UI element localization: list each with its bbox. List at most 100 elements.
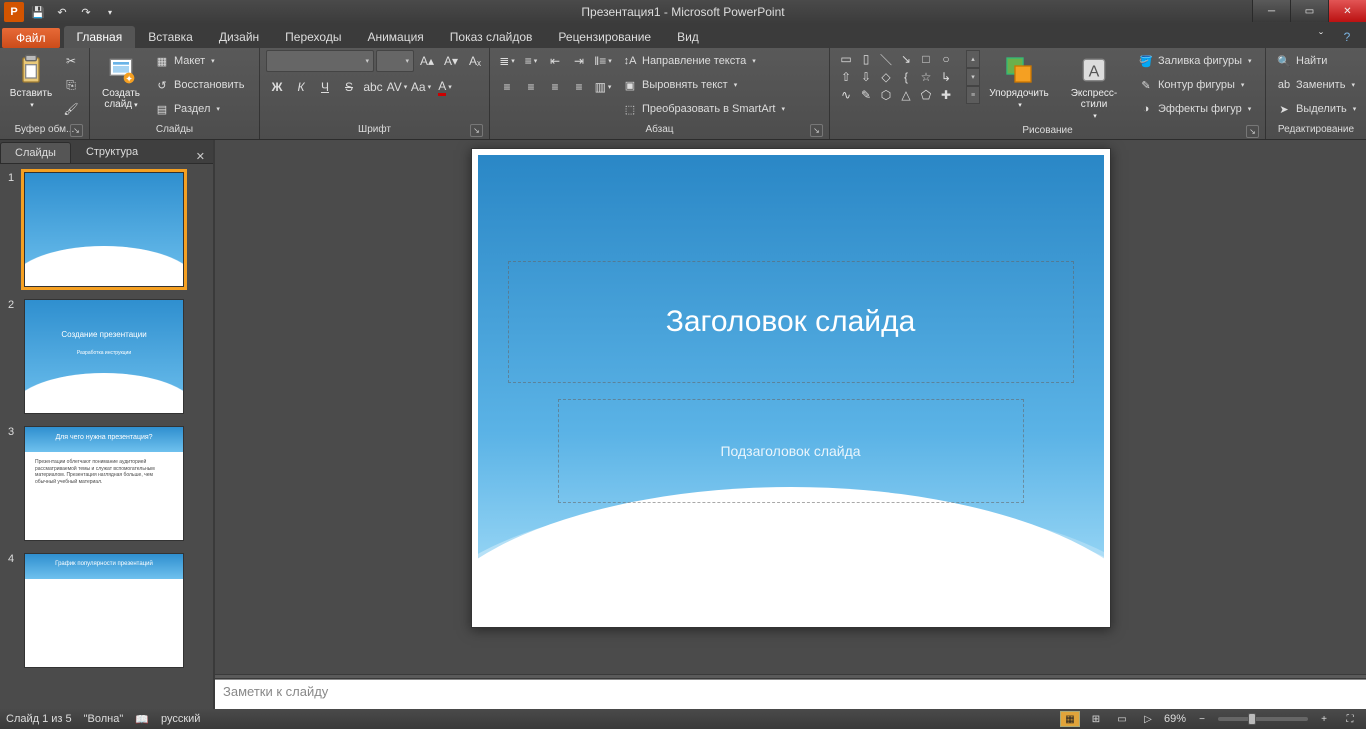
qat-save[interactable]: 💾 [28, 2, 48, 22]
text-shadow-button[interactable]: abc [362, 76, 384, 98]
line-spacing-button[interactable]: ‖≡▾ [592, 50, 614, 72]
tab-animations[interactable]: Анимация [354, 26, 436, 48]
shapes-scroll[interactable]: ▴▾≡ [966, 50, 980, 104]
qat-undo[interactable]: ↶ [52, 2, 72, 22]
thumbnail-3[interactable]: 3 Для чего нужна презентация? Презентаци… [8, 426, 205, 541]
font-family-combo[interactable]: ▾ [266, 50, 374, 72]
zoom-slider[interactable] [1218, 717, 1308, 721]
decrease-indent-button[interactable]: ⇤ [544, 50, 566, 72]
underline-button[interactable]: Ч [314, 76, 336, 98]
clear-formatting-button[interactable]: Aₓ [464, 50, 486, 72]
char-spacing-button[interactable]: AV▾ [386, 76, 408, 98]
zoom-out-button[interactable]: − [1192, 711, 1212, 727]
reset-button[interactable]: ↺Восстановить [150, 74, 248, 96]
grow-font-button[interactable]: A▴ [416, 50, 438, 72]
shape-rect2-icon[interactable]: □ [917, 51, 935, 67]
minimize-button[interactable]: ─ [1252, 0, 1290, 22]
select-button[interactable]: ➤Выделить ▾ [1272, 98, 1360, 120]
shape-connector-icon[interactable]: ↳ [937, 69, 955, 85]
shape-downarrow-icon[interactable]: ⇩ [857, 69, 875, 85]
tab-slideshow[interactable]: Показ слайдов [437, 26, 546, 48]
arrange-button[interactable]: Упорядочить▾ [984, 50, 1054, 112]
bullets-button[interactable]: ≣▾ [496, 50, 518, 72]
section-button[interactable]: ▤Раздел ▾ [150, 98, 248, 120]
quick-styles-button[interactable]: A Экспресс-стили▾ [1058, 50, 1130, 123]
font-color-button[interactable]: A▾ [434, 76, 456, 98]
shape-hex-icon[interactable]: ⬡ [877, 87, 895, 103]
justify-button[interactable]: ≡ [568, 76, 590, 98]
text-direction-button[interactable]: ↕AНаправление текста ▾ [618, 50, 789, 72]
tab-insert[interactable]: Вставка [135, 26, 206, 48]
view-slideshow-button[interactable]: ▷ [1138, 711, 1158, 727]
font-size-combo[interactable]: ▾ [376, 50, 414, 72]
change-case-button[interactable]: Aa▾ [410, 76, 432, 98]
slide-canvas[interactable]: Заголовок слайда Подзаголовок слайда [215, 140, 1366, 674]
layout-button[interactable]: ▦Макет ▾ [150, 50, 248, 72]
thumbnail-2[interactable]: 2 Создание презентации Разработка инстру… [8, 299, 205, 414]
notes-pane[interactable]: Заметки к слайду [215, 679, 1366, 709]
bold-button[interactable]: Ж [266, 76, 288, 98]
view-reading-button[interactable]: ▭ [1112, 711, 1132, 727]
tab-design[interactable]: Дизайн [206, 26, 272, 48]
fit-window-button[interactable]: ⛶ [1340, 711, 1360, 727]
maximize-button[interactable]: ▭ [1290, 0, 1328, 22]
shape-effects-button[interactable]: ◑Эффекты фигур ▾ [1134, 98, 1256, 120]
app-icon[interactable]: P [4, 2, 24, 22]
status-spellcheck-icon[interactable]: 📖 [135, 713, 149, 726]
zoom-in-button[interactable]: + [1314, 711, 1334, 727]
shape-uparrow-icon[interactable]: ⇧ [837, 69, 855, 85]
shapes-gallery[interactable]: ▭ ▯ ＼ ↘ □ ○ ⇧ ⇩ ◇ { ☆ ↳ ∿ ✎ ⬡ △ ⬠ [836, 50, 966, 104]
copy-button[interactable]: ⎘ [60, 74, 82, 96]
paragraph-launcher[interactable]: ↘ [810, 124, 823, 137]
help-icon[interactable]: ? [1336, 26, 1358, 48]
format-painter-button[interactable]: 🖌 [60, 98, 82, 120]
align-right-button[interactable]: ≡ [544, 76, 566, 98]
shape-curve-icon[interactable]: ∿ [837, 87, 855, 103]
align-text-button[interactable]: ▣Выровнять текст ▾ [618, 74, 789, 96]
strike-button[interactable]: S [338, 76, 360, 98]
shape-freeform-icon[interactable]: ✎ [857, 87, 875, 103]
shape-star-icon[interactable]: ☆ [917, 69, 935, 85]
tab-file[interactable]: Файл [2, 28, 60, 48]
panel-tab-slides[interactable]: Слайды [0, 142, 71, 163]
shape-arrow-icon[interactable]: ↘ [897, 51, 915, 67]
status-language[interactable]: русский [161, 713, 200, 725]
tab-home[interactable]: Главная [64, 26, 136, 48]
shape-outline-button[interactable]: ✎Контур фигуры ▾ [1134, 74, 1256, 96]
thumbnail-1[interactable]: 1 [8, 172, 205, 287]
shape-brace-icon[interactable]: { [897, 69, 915, 85]
numbering-button[interactable]: ≡▾ [520, 50, 542, 72]
thumbnail-4[interactable]: 4 График популярности презентаций [8, 553, 205, 668]
ribbon-minimize-icon[interactable]: ˇ [1310, 26, 1332, 48]
shape-cross-icon[interactable]: ✚ [937, 87, 955, 103]
shape-oval-icon[interactable]: ○ [937, 51, 955, 67]
shape-diamond-icon[interactable]: ◇ [877, 69, 895, 85]
subtitle-placeholder[interactable]: Подзаголовок слайда [558, 399, 1024, 503]
align-center-button[interactable]: ≡ [520, 76, 542, 98]
close-button[interactable]: ✕ [1328, 0, 1366, 22]
shape-rect-icon[interactable]: ▭ [837, 51, 855, 67]
increase-indent-button[interactable]: ⇥ [568, 50, 590, 72]
panel-tab-outline[interactable]: Структура [71, 141, 153, 163]
columns-button[interactable]: ▥▾ [592, 76, 614, 98]
shape-tri-icon[interactable]: △ [897, 87, 915, 103]
zoom-level[interactable]: 69% [1164, 713, 1186, 725]
shape-fill-button[interactable]: 🪣Заливка фигуры ▾ [1134, 50, 1256, 72]
find-button[interactable]: 🔍Найти [1272, 50, 1360, 72]
cut-button[interactable]: ✂ [60, 50, 82, 72]
panel-close-button[interactable]: ✕ [188, 150, 213, 163]
tab-view[interactable]: Вид [664, 26, 712, 48]
view-normal-button[interactable]: ▦ [1060, 711, 1080, 727]
shape-pent-icon[interactable]: ⬠ [917, 87, 935, 103]
shrink-font-button[interactable]: A▾ [440, 50, 462, 72]
qat-redo[interactable]: ↷ [76, 2, 96, 22]
view-sorter-button[interactable]: ⊞ [1086, 711, 1106, 727]
tab-review[interactable]: Рецензирование [545, 26, 664, 48]
shape-textbox-icon[interactable]: ▯ [857, 51, 875, 67]
replace-button[interactable]: abЗаменить ▾ [1272, 74, 1360, 96]
italic-button[interactable]: К [290, 76, 312, 98]
title-placeholder[interactable]: Заголовок слайда [508, 261, 1074, 383]
align-left-button[interactable]: ≡ [496, 76, 518, 98]
paste-button[interactable]: Вставить▾ [6, 50, 56, 112]
clipboard-launcher[interactable]: ↘ [70, 124, 83, 137]
